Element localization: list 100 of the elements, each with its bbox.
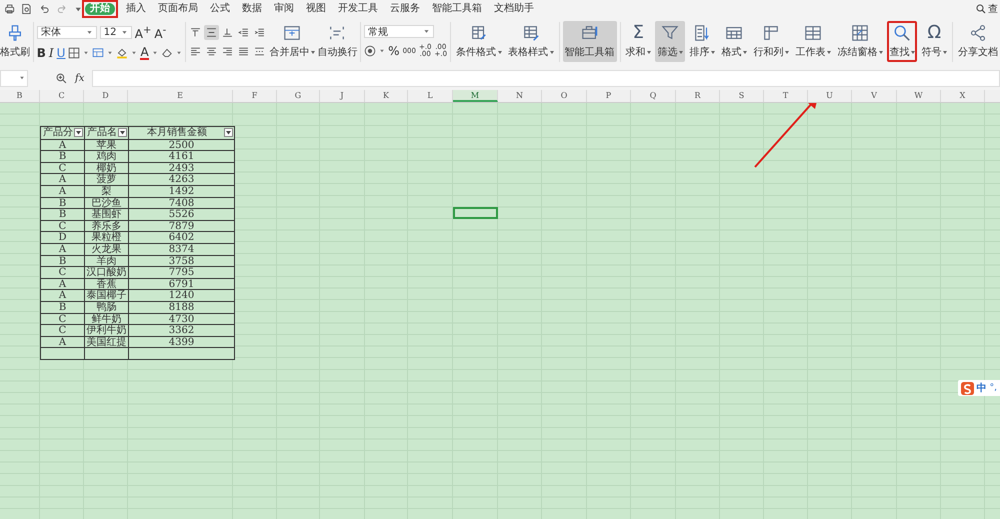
- input-method-toolbar[interactable]: 中 °,: [958, 380, 1000, 396]
- printer-icon[interactable]: [4, 3, 16, 15]
- eraser-icon[interactable]: [160, 47, 173, 59]
- toolbar-button[interactable]: 条件格式: [454, 21, 504, 62]
- filter-dropdown-button[interactable]: [118, 128, 127, 138]
- column-header[interactable]: M: [453, 90, 498, 102]
- undo-icon[interactable]: [38, 3, 50, 15]
- zoom-icon[interactable]: [56, 72, 67, 84]
- column-header[interactable]: N: [498, 90, 542, 102]
- column-header[interactable]: R: [676, 90, 720, 102]
- toolbar-button[interactable]: 冻结窗格: [835, 21, 886, 62]
- font-grow-button[interactable]: A$^{+}$: [134, 24, 152, 40]
- toolbar-button[interactable]: 智能工具箱: [562, 21, 617, 62]
- sort-icon: [693, 24, 712, 42]
- caret-icon[interactable]: [83, 50, 90, 56]
- table-cell: A: [41, 336, 85, 348]
- column-header[interactable]: P: [587, 90, 631, 102]
- font-style-button[interactable]: U: [56, 46, 66, 60]
- formula-input-field[interactable]: [92, 70, 1000, 86]
- text-lines-icon: [206, 46, 218, 56]
- alignment-button[interactable]: [204, 24, 220, 40]
- border-icon[interactable]: [68, 47, 80, 59]
- cell-selection[interactable]: [453, 207, 498, 219]
- cell-style-icon[interactable]: [92, 47, 104, 59]
- column-header[interactable]: T: [764, 90, 808, 102]
- table-cell: 8374: [129, 244, 234, 256]
- column-header[interactable]: B: [0, 90, 40, 102]
- font-shrink-button[interactable]: A$^{-}$: [154, 24, 166, 40]
- caret-icon[interactable]: [131, 50, 138, 56]
- column-header[interactable]: G: [277, 90, 320, 102]
- menu-tab[interactable]: 视图: [302, 0, 330, 18]
- search-label[interactable]: 查: [988, 2, 998, 16]
- caret-icon[interactable]: [176, 50, 182, 56]
- filter-dropdown-button[interactable]: [224, 128, 233, 138]
- print-preview-icon[interactable]: [21, 3, 33, 15]
- column-header[interactable]: J: [320, 90, 365, 102]
- menu-tab[interactable]: 智能工具箱: [428, 0, 486, 18]
- toolbar-button[interactable]: 工作表: [793, 21, 834, 62]
- merge-center-button[interactable]: 合并居中: [269, 23, 316, 60]
- table-cell: [85, 348, 129, 360]
- table-cell: 4730: [129, 314, 234, 326]
- column-header[interactable]: V: [852, 90, 897, 102]
- table-cell: 7408: [129, 198, 234, 210]
- toolbar-button[interactable]: Ω 符号: [919, 21, 950, 62]
- wrap-text-button[interactable]: 自动换行: [317, 23, 358, 60]
- rows-columns-icon: [762, 24, 780, 42]
- toolbar-button[interactable]: 行和列: [751, 21, 792, 62]
- toolbar-button[interactable]: Σ 求和: [623, 21, 654, 62]
- caret-icon[interactable]: [152, 50, 158, 56]
- text-lines-icon: [254, 46, 266, 56]
- filter-dropdown-button[interactable]: [74, 128, 83, 138]
- column-header[interactable]: K: [365, 90, 408, 102]
- column-header[interactable]: W: [897, 90, 941, 102]
- toolbar-button[interactable]: 格式: [719, 21, 750, 62]
- menu-tab[interactable]: 文档助手: [490, 0, 538, 18]
- table-cell: B: [41, 256, 85, 268]
- toolbar-button[interactable]: 表格样式: [506, 21, 556, 62]
- menu-tab[interactable]: 公式: [206, 0, 234, 18]
- function-label[interactable]: fx: [75, 72, 84, 84]
- text-lines-icon: [222, 46, 234, 56]
- menu-tab[interactable]: 插入: [122, 0, 150, 18]
- font-color-button[interactable]: A: [140, 46, 149, 60]
- toolbar-button[interactable]: 筛选: [655, 21, 686, 62]
- table-cell: 2500: [129, 140, 234, 152]
- font-style-button[interactable]: B: [36, 46, 46, 60]
- toolbar-button[interactable]: 排序: [687, 21, 718, 62]
- caret-icon[interactable]: [379, 48, 386, 54]
- menu-tab[interactable]: 审阅: [270, 0, 298, 18]
- table-pencil-icon: [522, 24, 540, 42]
- column-header[interactable]: X: [941, 90, 985, 102]
- dropdown-caret-icon: [550, 50, 554, 54]
- table-cell: C: [41, 314, 85, 326]
- font-style-button[interactable]: I: [48, 46, 54, 60]
- menu-tab[interactable]: 开发工具: [334, 0, 382, 18]
- column-header[interactable]: O: [542, 90, 587, 102]
- column-header[interactable]: U: [808, 90, 852, 102]
- font-name-dropdown[interactable]: 宋体: [36, 26, 97, 38]
- search-icon[interactable]: [976, 4, 986, 14]
- column-header[interactable]: E: [128, 90, 233, 102]
- fill-bucket-icon[interactable]: [116, 47, 128, 59]
- percent-button[interactable]: %: [388, 44, 400, 58]
- coin-icon[interactable]: [364, 45, 376, 57]
- number-format-dropdown[interactable]: 常规: [364, 25, 434, 38]
- toolbar-button[interactable]: 查找: [887, 21, 918, 62]
- column-header[interactable]: D: [84, 90, 128, 102]
- menu-tab[interactable]: 数据: [238, 0, 266, 18]
- font-size-dropdown[interactable]: 12: [100, 26, 132, 38]
- text-lines-icon: [254, 26, 266, 38]
- column-header[interactable]: C: [40, 90, 84, 102]
- column-header[interactable]: F: [233, 90, 277, 102]
- table-cell: 美国红提: [85, 336, 129, 348]
- menu-tab[interactable]: 云服务: [386, 0, 424, 18]
- text-lines-icon: [190, 46, 202, 56]
- column-header[interactable]: Q: [631, 90, 676, 102]
- menu-tab[interactable]: 页面布局: [154, 0, 202, 18]
- search-icon: [893, 24, 912, 42]
- column-header[interactable]: S: [720, 90, 764, 102]
- toolbar-button[interactable]: 分享文档: [956, 21, 1000, 62]
- caret-icon[interactable]: [107, 50, 114, 56]
- format-painter-button[interactable]: 格式刷: [0, 23, 30, 60]
